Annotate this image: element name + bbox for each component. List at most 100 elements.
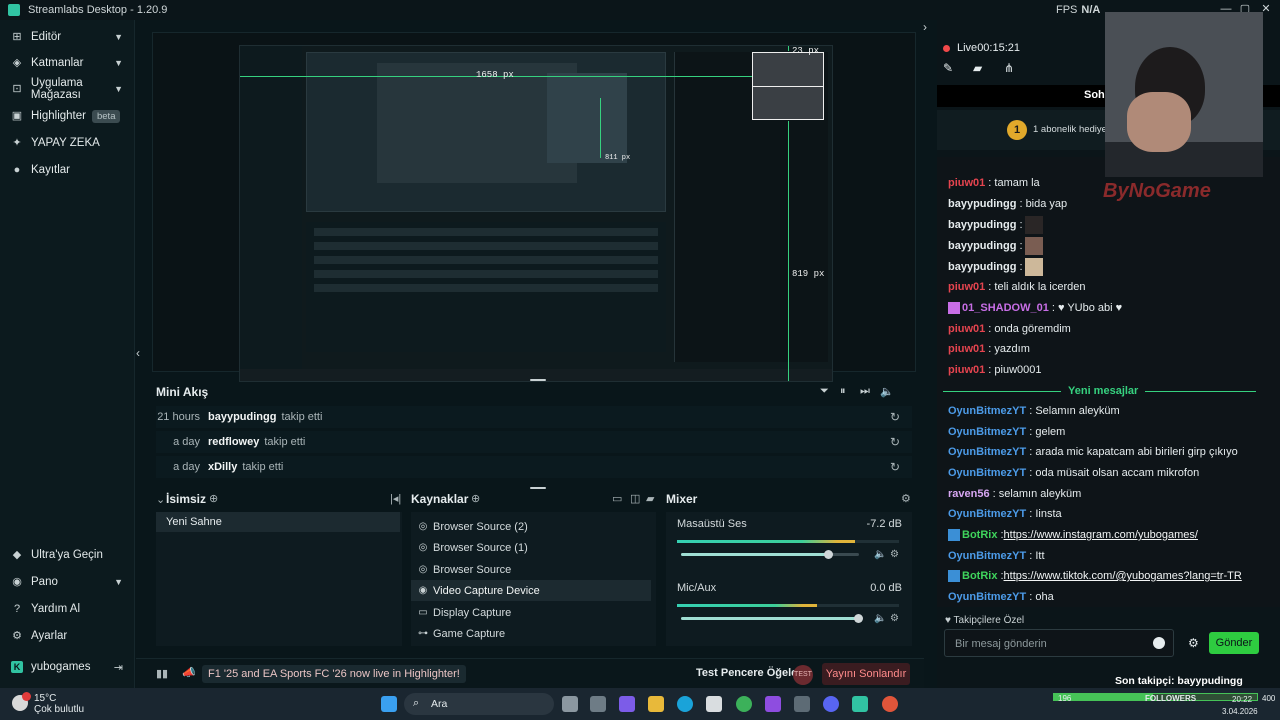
chat-link[interactable]: https://www.instagram.com/yubogames/ (1004, 529, 1198, 541)
chat-settings-gear-icon[interactable]: ⚙ (1188, 636, 1199, 650)
speaker-icon[interactable]: 🔈 (874, 613, 886, 624)
test-widgets-label: Test Pencere Öğeleri (696, 667, 805, 679)
emoji-icon[interactable] (1153, 637, 1165, 649)
scene-item[interactable]: Yeni Sahne (156, 512, 400, 532)
source-item[interactable]: ◎ Browser Source (2) (411, 516, 651, 537)
channel-settings-gear-icon[interactable]: ⚙ (890, 613, 899, 624)
mixer-title: Mixer (666, 492, 698, 506)
filter-icon[interactable]: ⏷ (820, 385, 829, 398)
chevron-down-icon[interactable]: ▼ (114, 577, 123, 587)
sidebar-item-label: Ultra'ya Geçin (31, 549, 103, 561)
sidebar-item-recordings[interactable]: ● Kayıtlar (0, 157, 135, 183)
dashboard-icon: ◉ (12, 576, 22, 588)
sidebar-item-highlighter[interactable]: ▣ Highlighter beta (0, 103, 135, 129)
sidebar-item-dashboard[interactable]: ◉ Pano ▼ (0, 569, 135, 595)
chevron-down-icon[interactable]: ▼ (114, 58, 123, 68)
chat-messages: piuw01: tamam la bayypudingg: bida yap b… (937, 157, 1280, 607)
edit-pencil-icon[interactable]: ✎ (943, 61, 953, 75)
source-item-selected[interactable]: ◉ Video Capture Device (411, 580, 651, 601)
replay-icon[interactable]: ↻ (890, 460, 900, 474)
edge-icon[interactable] (677, 696, 693, 712)
folder-icon[interactable]: ▰ (973, 61, 982, 75)
chevron-down-icon[interactable]: ▼ (114, 84, 123, 94)
sidebar-item-layers[interactable]: ◈ Katmanlar ▼ (0, 50, 135, 76)
source-item[interactable]: ◎ Browser Source (411, 559, 651, 580)
chevron-down-icon[interactable]: ▼ (114, 32, 123, 42)
app-icon[interactable] (590, 696, 606, 712)
search-label: Ara (431, 698, 448, 710)
source-item[interactable]: ◎ Browser Source (1) (411, 537, 651, 558)
clock-time: 20:22 (1232, 695, 1253, 704)
windows-start-icon[interactable] (381, 696, 397, 712)
sidebar-item-editor[interactable]: ⊞ Editör ▼ (0, 24, 135, 50)
mini-feed-event: 21 hours bayypudingg takip etti ↻ (156, 406, 912, 428)
app-icon[interactable] (765, 696, 781, 712)
chat-emote (1024, 216, 1043, 234)
stream-preview[interactable]: 1658 px 23 px 811 px 819 px (152, 32, 916, 382)
folder-icon[interactable]: ▰ (646, 492, 654, 505)
chat-message: bayypudingg: (948, 258, 1043, 276)
scene-collapse-icon[interactable]: |◂| (390, 492, 401, 505)
news-text: F1 '25 and EA Sports FC '26 now live in … (208, 668, 460, 680)
volume-slider[interactable] (681, 614, 863, 623)
source-group-icon[interactable]: ◫ (630, 492, 640, 505)
test-widgets-button[interactable]: TEST (793, 665, 813, 685)
source-item[interactable]: ▭ Display Capture (411, 602, 651, 623)
sidebar-item-help[interactable]: ? Yardım Al (0, 596, 135, 622)
chat-link[interactable]: https://www.tiktok.com/@yubogames?lang=t… (1004, 570, 1242, 582)
chat-message-input[interactable] (955, 636, 1145, 652)
sidebar-item-settings[interactable]: ⚙ Ayarlar (0, 623, 135, 649)
pause-icon[interactable]: ⏸ (840, 385, 846, 398)
sidebar-item-store[interactable]: ⊡ Uygulama Mağazası ▼ (0, 76, 135, 102)
end-stream-button[interactable]: Yayını Sonlandır (822, 663, 910, 685)
live-dot-icon (943, 44, 950, 52)
speaker-icon[interactable]: 🔈 (874, 549, 886, 560)
live-timer: 00:15:21 (977, 42, 1021, 54)
bot-badge-icon (948, 570, 960, 582)
chevron-left-icon[interactable]: ‹ (136, 346, 140, 360)
file-explorer-icon[interactable] (648, 696, 664, 712)
replay-icon[interactable]: ↻ (890, 410, 900, 424)
streamlabs-taskbar-icon[interactable] (852, 696, 868, 712)
copilot-icon[interactable] (619, 696, 635, 712)
share-icon[interactable]: ⋔ (1004, 61, 1014, 75)
chevron-down-icon[interactable]: ⌄ (156, 493, 165, 506)
source-folder-icon[interactable]: ▭ (612, 492, 622, 505)
title-bar: Streamlabs Desktop - 1.20.9 FPS N/A — ▢ ✕ (0, 0, 1280, 20)
panel-resize-handle[interactable] (530, 487, 546, 489)
chat-input-box[interactable] (944, 629, 1174, 657)
volume-slider[interactable] (681, 550, 859, 559)
search-icon: ⌕ (413, 697, 420, 709)
stats-chart-icon[interactable]: ▮▮ (156, 667, 168, 680)
event-action: takip etti (281, 411, 323, 423)
weather-widget[interactable]: 15°C Çok bulutlu (34, 693, 84, 715)
replay-icon[interactable]: ↻ (890, 435, 900, 449)
preview-canvas[interactable]: 1658 px 23 px 811 px 819 px (239, 45, 833, 382)
taskbar-search[interactable]: ⌕ Ara (404, 693, 554, 715)
app-icon[interactable] (794, 696, 810, 712)
source-item[interactable]: ⊶ Game Capture (411, 623, 651, 644)
skip-icon[interactable]: ⏭ (860, 385, 870, 398)
news-banner[interactable]: F1 '25 and EA Sports FC '26 now live in … (202, 665, 466, 683)
chat-message: piuw01: teli aldık la icerden (948, 281, 1086, 293)
window-title: Streamlabs Desktop - 1.20.9 (28, 4, 168, 16)
sidebar-item-account[interactable]: K yubogames ⇥ (0, 654, 135, 680)
mixer-settings-gear-icon[interactable]: ⚙ (901, 492, 911, 505)
add-source-icon[interactable]: ⊕ (471, 492, 480, 505)
sidebar-item-ultra[interactable]: ◆ Ultra'ya Geçin (0, 542, 135, 568)
chrome-icon[interactable] (882, 696, 898, 712)
logout-icon[interactable]: ⇥ (114, 661, 123, 674)
store-icon[interactable] (706, 696, 722, 712)
channel-settings-gear-icon[interactable]: ⚙ (890, 549, 899, 560)
volume-icon[interactable]: 🔈 (880, 385, 894, 398)
panel-resize-handle[interactable] (530, 379, 546, 381)
chat-message: piuw01: yazdım (948, 343, 1030, 355)
task-view-icon[interactable] (562, 696, 578, 712)
sidebar-item-ai[interactable]: ✦ YAPAY ZEKA (0, 130, 135, 156)
discord-icon[interactable] (823, 696, 839, 712)
add-scene-icon[interactable]: ⊕ (209, 492, 218, 505)
chevron-right-icon[interactable]: › (923, 20, 927, 34)
chrome-icon[interactable] (736, 696, 752, 712)
guide-line (752, 86, 824, 87)
send-button[interactable]: Gönder (1209, 632, 1259, 654)
